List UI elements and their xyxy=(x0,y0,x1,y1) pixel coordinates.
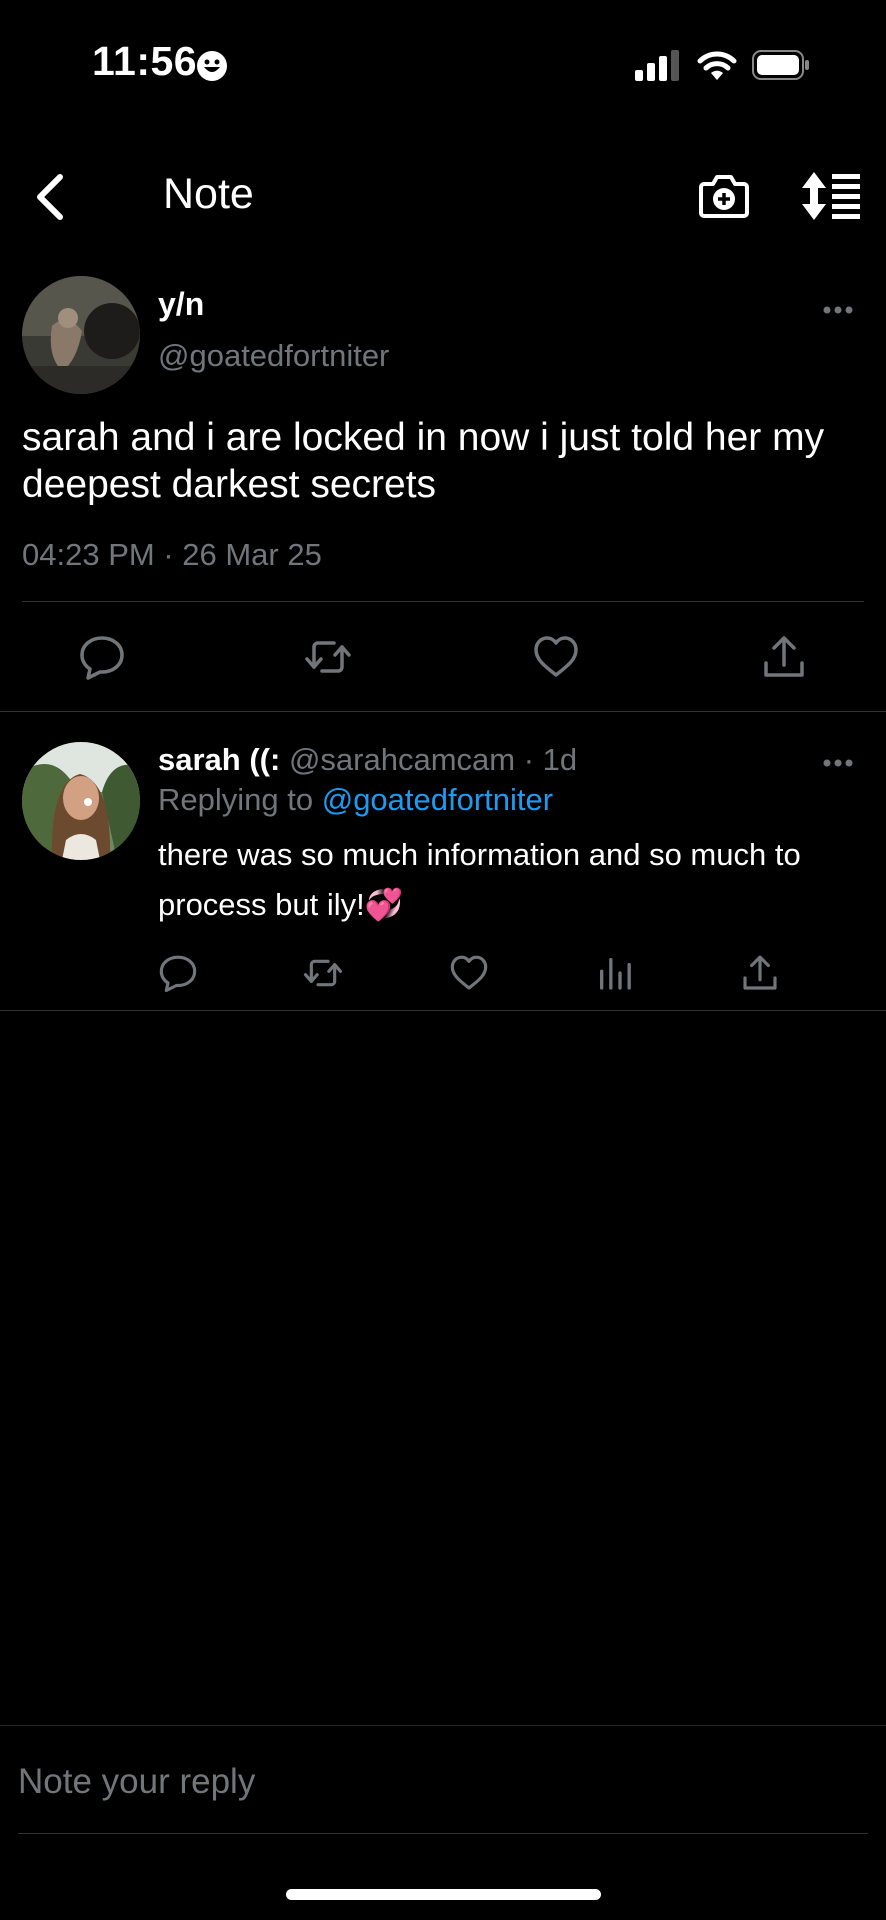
status-time: 11:56 xyxy=(92,38,198,84)
reply-icon[interactable] xyxy=(158,953,198,993)
smiley-icon xyxy=(196,50,228,82)
divider xyxy=(0,1725,886,1726)
divider xyxy=(0,1010,886,1011)
post-text: sarah and i are locked in now i just tol… xyxy=(22,416,825,506)
signal-icon xyxy=(635,50,681,82)
replying-to: Replying to @goatedfortniter xyxy=(158,782,553,818)
wifi-icon xyxy=(697,48,737,82)
divider xyxy=(0,711,886,712)
reply-author-name[interactable]: sarah ((: xyxy=(158,742,280,777)
replying-handle-link[interactable]: @goatedfortniter xyxy=(322,782,553,817)
share-icon[interactable] xyxy=(760,633,808,681)
camera-plus-icon[interactable] xyxy=(698,170,750,220)
share-icon[interactable] xyxy=(740,953,780,993)
reply-author-handle[interactable]: @sarahcamcam · 1d xyxy=(289,742,577,777)
retweet-icon[interactable] xyxy=(304,633,352,681)
views-icon[interactable] xyxy=(595,953,635,993)
more-icon[interactable] xyxy=(822,305,854,315)
replying-prefix: Replying to xyxy=(158,782,314,817)
more-icon[interactable] xyxy=(822,758,854,768)
sort-icon[interactable] xyxy=(800,170,862,222)
post-timestamp: 04:23 PM · 26 Mar 25 xyxy=(22,537,322,572)
avatar[interactable] xyxy=(22,276,140,394)
divider xyxy=(18,1833,868,1834)
author-handle[interactable]: @goatedfortniter xyxy=(158,338,389,374)
battery-icon xyxy=(752,50,810,80)
author-name[interactable]: y/n xyxy=(158,286,204,323)
back-arrow-icon[interactable] xyxy=(30,172,70,222)
retweet-icon[interactable] xyxy=(303,953,343,993)
avatar[interactable] xyxy=(22,742,140,860)
like-icon[interactable] xyxy=(532,633,580,681)
page-title: Note xyxy=(163,170,254,218)
reply-text: there was so much information and so muc… xyxy=(158,837,801,922)
home-indicator[interactable] xyxy=(286,1889,601,1900)
reply-header: sarah ((: @sarahcamcam · 1d xyxy=(158,742,577,778)
divider xyxy=(22,601,864,602)
like-icon[interactable] xyxy=(449,953,489,993)
reply-input[interactable] xyxy=(18,1752,858,1812)
reply-icon[interactable] xyxy=(78,633,126,681)
